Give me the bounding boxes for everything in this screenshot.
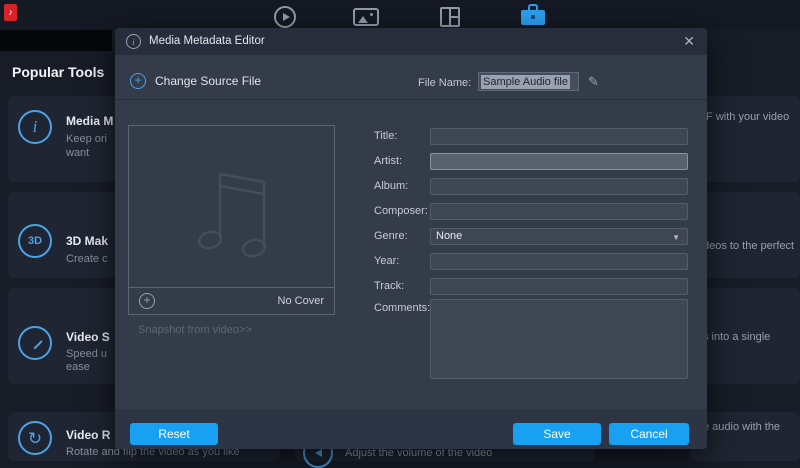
add-cover-icon[interactable]: + [139,293,155,309]
change-source-file-button[interactable]: + Change Source File [130,73,261,89]
tool-desc-fragment: s into a single [703,331,770,343]
media-library-icon [353,8,379,26]
dialog-title: Media Metadata Editor [149,35,265,47]
nav-media-library-icon[interactable] [353,8,379,26]
tool-title: Video R [66,428,110,442]
music-note-icon [184,152,284,262]
app-root: { "icons": { "close": "✕", "edit": "✎", … [0,0,800,461]
composer-input[interactable] [430,203,688,220]
genre-selected-value: None [436,230,462,242]
composer-label: Composer: [374,205,428,217]
popular-tools-heading: Popular Tools [12,64,104,80]
no-cover-label: No Cover [278,295,324,307]
divider [115,99,707,100]
reset-button[interactable]: Reset [130,423,218,445]
title-label: Title: [374,130,397,142]
genre-select[interactable]: None ▼ [430,228,688,245]
info-icon: i [126,34,141,49]
3d-icon: 3D [18,224,52,258]
comments-label: Comments: [374,302,430,314]
background-strip [0,30,112,51]
tool-title: Media M [66,114,113,128]
rotate-icon: ↻ [18,421,52,455]
tool-desc: Create c [66,253,108,265]
app-logo-icon: ♪ [4,4,17,21]
year-input[interactable] [430,253,688,270]
tool-desc-fragment: e audio with the [703,421,780,433]
tool-desc-fragment: IF with your video [703,111,789,123]
change-source-file-label: Change Source File [155,74,261,88]
tool-desc: Speed u [66,348,107,360]
save-button[interactable]: Save [513,423,601,445]
album-label: Album: [374,180,408,192]
cover-footer-bar: + No Cover [128,288,335,315]
genre-label: Genre: [374,230,408,242]
cancel-button[interactable]: Cancel [609,423,689,445]
plus-circle-icon: + [130,73,146,89]
toolbox-icon [521,4,545,26]
track-label: Track: [374,280,404,292]
cover-preview-box [128,125,335,288]
tool-title: Video S [66,330,110,344]
nav-collage-icon[interactable] [440,7,460,27]
tool-desc: Keep ori [66,133,107,145]
file-name-input[interactable]: Sample Audio file [478,72,579,91]
snapshot-from-video-link[interactable]: Snapshot from video>> [138,324,252,336]
nav-toolbox-icon[interactable] [521,4,545,26]
nav-video-player-icon[interactable] [274,6,296,28]
track-input[interactable] [430,278,688,295]
tool-desc: ease [66,361,90,373]
artist-label: Artist: [374,155,402,167]
collage-icon [440,7,460,27]
video-player-icon [274,6,296,28]
tool-desc: want [66,147,89,159]
chevron-down-icon: ▼ [672,233,680,242]
comments-textarea[interactable] [430,299,688,379]
tool-title: 3D Mak [66,234,108,248]
year-label: Year: [374,255,399,267]
media-metadata-editor-dialog: i Media Metadata Editor ✕ + Change Sourc… [115,28,707,449]
speed-icon [18,326,52,360]
file-name-label: File Name: [418,77,471,89]
file-name-value: Sample Audio file [481,75,570,89]
album-input[interactable] [430,178,688,195]
edit-pencil-icon[interactable]: ✎ [588,74,599,90]
title-input[interactable] [430,128,688,145]
info-icon: i [18,110,52,144]
tool-desc-fragment: deos to the perfect [703,240,794,252]
artist-input[interactable] [430,153,688,170]
top-navigation-bar [0,0,800,30]
close-icon[interactable]: ✕ [683,33,695,50]
